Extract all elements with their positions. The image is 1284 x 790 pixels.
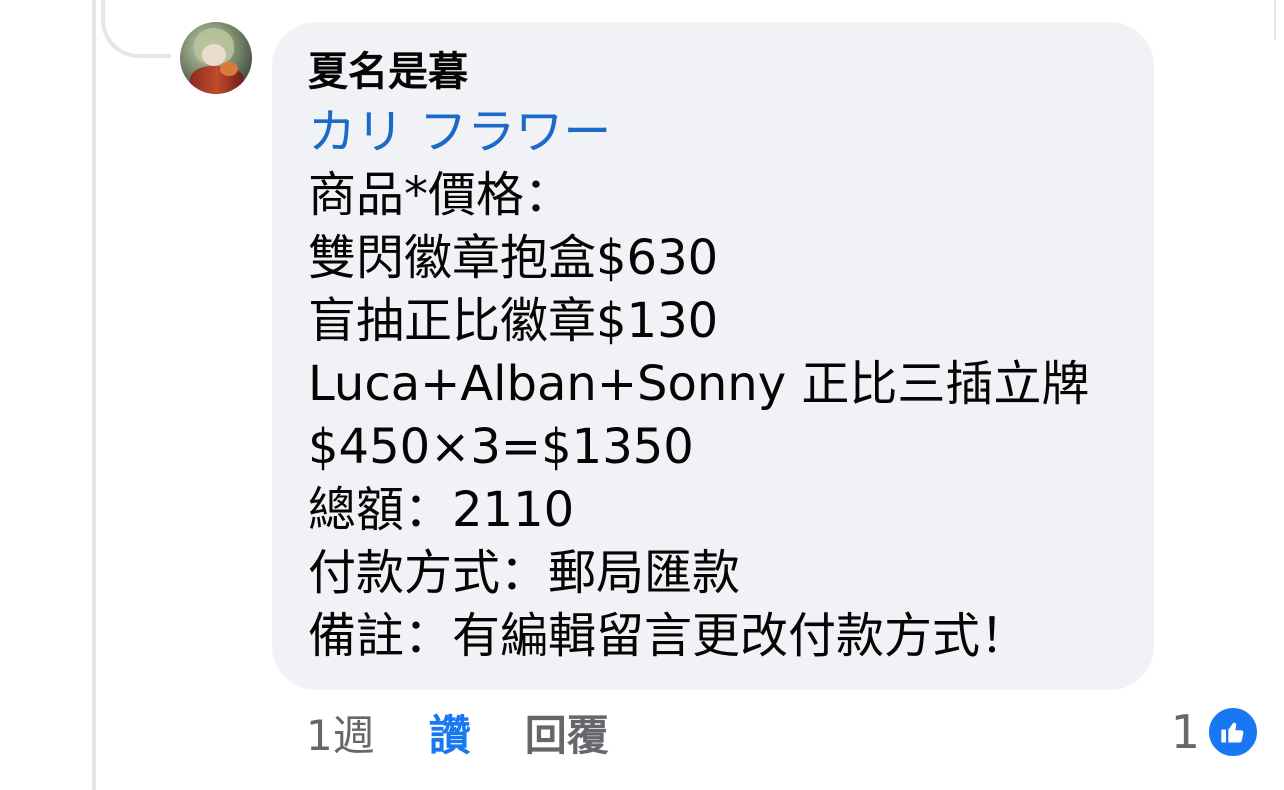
avatar[interactable] — [180, 22, 252, 94]
comment-text-line: 付款方式：郵局匯款 — [308, 545, 741, 601]
thread-connector-elbow — [101, 0, 171, 58]
comment-text-line: 商品*價格： — [308, 167, 573, 223]
reply-button[interactable]: 回覆 — [525, 702, 609, 763]
like-button[interactable]: 讚 — [429, 702, 471, 763]
comment-text-line: $450×3=$1350 — [308, 419, 694, 475]
comment-text-line: 盲抽正比徽章$130 — [308, 293, 719, 349]
comment-text-line: 雙閃徽章抱盒$630 — [308, 230, 719, 286]
comment-timestamp[interactable]: 1週 — [306, 702, 375, 763]
thumbs-up-icon — [1206, 705, 1260, 759]
comment-text-line: 總額：2110 — [308, 482, 575, 538]
comment-text-line: Luca+Alban+Sonny 正比三插立牌 — [308, 356, 1090, 412]
mention-link[interactable]: カリ フラワー — [308, 100, 1124, 164]
comment-author-name[interactable]: 夏名是暮 — [308, 44, 1124, 100]
comment-text-line: 備註：有編輯留言更改付款方式！ — [308, 608, 1029, 664]
thread-connector-line — [92, 0, 96, 790]
scrollbar[interactable] — [1274, 0, 1284, 40]
reaction-summary[interactable]: 1 — [1171, 702, 1260, 762]
reaction-count: 1 — [1170, 705, 1200, 759]
comment-thread: 夏名是暮 カリ フラワー 商品*價格： 雙閃徽章抱盒$630 盲抽正比徽章$13… — [0, 0, 1284, 790]
comment-actions: 1週 讚 回覆 — [306, 700, 609, 764]
comment-bubble: 夏名是暮 カリ フラワー 商品*價格： 雙閃徽章抱盒$630 盲抽正比徽章$13… — [272, 22, 1154, 690]
